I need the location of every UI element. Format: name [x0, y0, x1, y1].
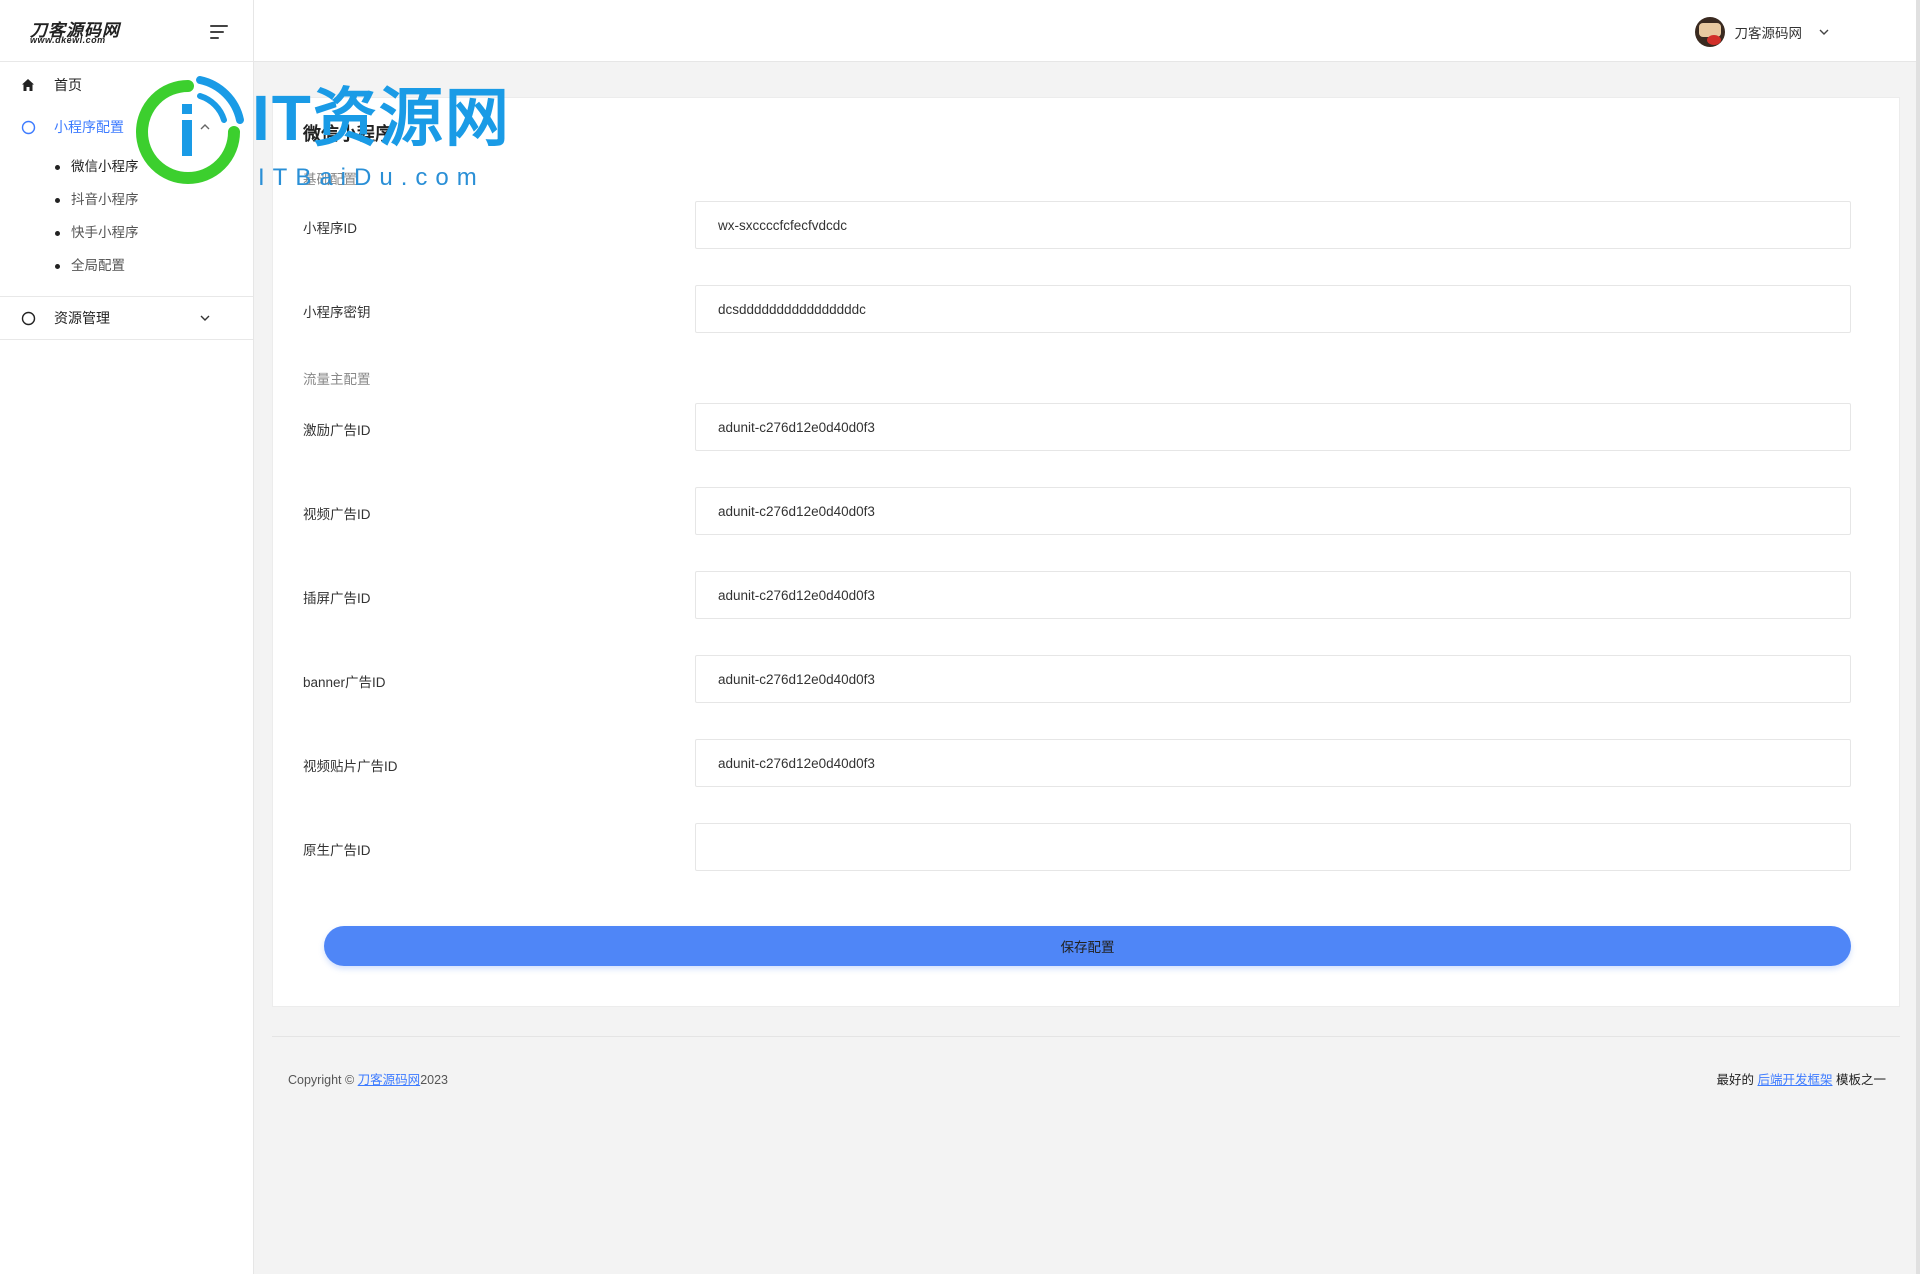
footer-divider	[272, 1036, 1900, 1037]
field-label: 视频贴片广告ID	[303, 759, 398, 774]
form-row-interstitial-ad: 插屏广告ID	[303, 571, 1871, 619]
form-row-app-secret: 小程序密钥	[303, 285, 1871, 333]
form-row-app-id: 小程序ID	[303, 201, 1871, 249]
menu-toggle-icon[interactable]	[208, 23, 230, 41]
field-label: 原生广告ID	[303, 843, 371, 858]
username: 刀客源码网	[1734, 26, 1803, 41]
app-secret-input[interactable]	[695, 285, 1851, 333]
form-row-video-ad: 视频广告ID	[303, 487, 1871, 535]
form-row-native-ad: 原生广告ID	[303, 823, 1871, 871]
field-label: banner广告ID	[303, 675, 386, 690]
save-config-button[interactable]: 保存配置	[324, 926, 1851, 966]
user-menu[interactable]: 刀客源码网	[1694, 17, 1831, 47]
chevron-down-icon	[1819, 29, 1829, 35]
scrollbar[interactable]	[1916, 0, 1920, 1274]
banner-ad-id-input[interactable]	[695, 655, 1851, 703]
circle-icon	[20, 310, 36, 326]
field-label: 视频广告ID	[303, 507, 371, 522]
avatar	[1694, 17, 1725, 47]
home-icon	[20, 77, 36, 93]
native-ad-id-input[interactable]	[695, 823, 1851, 871]
video-ad-id-input[interactable]	[695, 487, 1851, 535]
rewarded-ad-id-input[interactable]	[695, 403, 1851, 451]
footer-copyright: Copyright © 刀客源码网2023	[288, 1073, 448, 1087]
top-header: 刀客源码网	[254, 0, 1920, 62]
field-label: 小程序ID	[303, 221, 357, 236]
sidebar-nav: 首页 小程序配置	[0, 64, 253, 148]
footer-tagline: 最好的 后端开发框架 模板之一	[1716, 1073, 1886, 1087]
form-row-video-patch-ad: 视频贴片广告ID	[303, 739, 1871, 787]
interstitial-ad-id-input[interactable]	[695, 571, 1851, 619]
config-card: 微信小程序 基础配置 小程序ID 小程序密钥 流量主配置 激励广告ID 视频广告…	[272, 97, 1900, 1007]
sidebar-nav-2: 资源管理	[0, 297, 253, 340]
sidebar-subnav: 微信小程序 抖音小程序 快手小程序 全局配置	[0, 148, 253, 297]
sidebar-subitem-kuaishou[interactable]: 快手小程序	[0, 216, 253, 249]
field-label: 激励广告ID	[303, 423, 371, 438]
sidebar-subitem-douyin[interactable]: 抖音小程序	[0, 183, 253, 216]
page-title: 微信小程序	[303, 124, 393, 144]
chevron-down-icon	[200, 315, 210, 321]
section-traffic-label: 流量主配置	[303, 372, 371, 387]
form-row-banner-ad: banner广告ID	[303, 655, 1871, 703]
sidebar: 刀客源码网 www.dkewl.com 首页 小程序配置 微信小程序 抖音小程序…	[0, 0, 254, 1274]
sidebar-item-label: 资源管理	[54, 310, 110, 326]
brand[interactable]: 刀客源码网 www.dkewl.com	[0, 0, 253, 62]
form-row-rewarded-ad: 激励广告ID	[303, 403, 1871, 451]
sidebar-subitem-global[interactable]: 全局配置	[0, 249, 253, 282]
sidebar-item-miniprogram-config[interactable]: 小程序配置	[0, 106, 253, 148]
sidebar-subitem-wechat[interactable]: 微信小程序	[0, 150, 253, 183]
field-label: 插屏广告ID	[303, 591, 371, 606]
video-patch-ad-id-input[interactable]	[695, 739, 1851, 787]
sidebar-item-resources[interactable]: 资源管理	[0, 297, 253, 339]
chevron-up-icon	[200, 124, 210, 130]
sidebar-item-label: 小程序配置	[54, 119, 124, 135]
footer-framework-link[interactable]: 后端开发框架	[1757, 1073, 1832, 1087]
app-id-input[interactable]	[695, 201, 1851, 249]
circle-icon	[20, 119, 36, 135]
section-basic-label: 基础配置	[303, 172, 357, 187]
sidebar-item-home[interactable]: 首页	[0, 64, 253, 106]
sidebar-item-label: 首页	[54, 77, 82, 93]
brand-domain: www.dkewl.com	[30, 35, 106, 45]
field-label: 小程序密钥	[303, 305, 371, 320]
footer-site-link[interactable]: 刀客源码网	[358, 1073, 421, 1087]
